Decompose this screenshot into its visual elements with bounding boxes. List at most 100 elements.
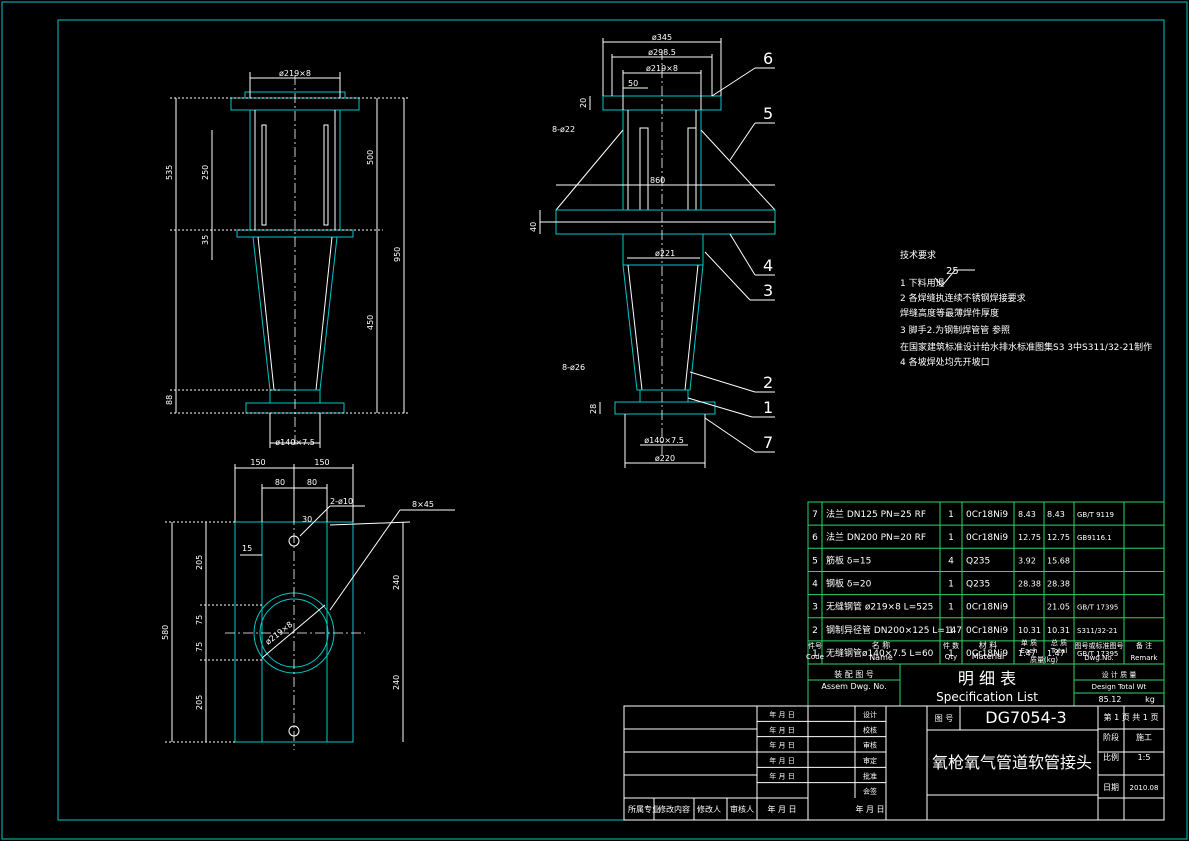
bom-cell-name: 法兰 DN200 PN=20 RF [826,531,926,543]
hdr-wt: 质量(kg) [1030,655,1058,664]
dim-holes-bottom: 8-ø26 [562,363,585,372]
balloon-4: 4 [763,256,773,275]
tech-line-5: 在国家建筑标准设计给水排水标准图集S3 3中S311/32-21制作 [900,341,1152,353]
hdr-mat: 材 料 [979,640,998,650]
bom-cell-no: 7 [812,510,818,520]
dim-75-bottom: 75 [195,642,204,652]
dim-221: ø221 [655,249,675,258]
bom-cell-name: 钢板 δ=20 [826,577,872,589]
bom-cell-total: 10.31 [1047,626,1070,635]
rev-label-1: 所属专业 [628,804,660,814]
bom-cell-each: 10.31 [1018,626,1041,635]
bom-cell-name: 筋板 δ=15 [826,554,871,566]
rev-label-5: 年 月 日 [767,804,796,814]
drawing-title: 氧枪氧气管道软管接头 [932,753,1092,772]
bom-cell-qty: 1 [948,579,954,589]
stage-value: 施工 [1136,732,1152,742]
hdr-no: 件号 [808,641,822,650]
role-label: 会签 [863,787,877,796]
dim-holes-top: 8-ø22 [552,125,575,134]
date-cell: 年 月 日 [769,771,794,780]
bom-cell-name: 钢制异径管 DN200×125 L=147 [826,624,962,636]
bom-cell-mat: 0Cr18Ni9 [966,626,1008,636]
tech-title: 技术要求 [900,249,936,261]
bom-cell-no: 5 [812,556,818,566]
bom-cell-each: 28.38 [1018,579,1041,588]
tech-line-1: 1 下料用退 [900,277,945,289]
dim-205-bottom: 205 [195,695,204,710]
dim-500: 500 [366,150,375,165]
bom-cell-std: GB/T 9119 [1077,511,1114,519]
bom-cell-no: 4 [812,579,818,589]
bom-cell-no: 2 [812,626,818,636]
dim-20: 20 [579,98,588,108]
bom-cell-total: 8.43 [1047,510,1065,519]
bom-cell-no: 6 [812,533,818,543]
balloon-3: 3 [763,281,773,300]
plan-view: 150 150 80 80 15 30 2-ø10 8×45 580 205 7… [161,458,455,750]
dim-holes: 2-ø10 [330,497,353,506]
dim-35: 35 [201,235,210,245]
role-label: 批准 [863,771,877,780]
sheet-info: 第 1 页 共 1 页 [1104,712,1159,722]
date-cell: 年 月 日 [769,756,794,765]
hdr-std: 图号或标准图号 [1075,641,1124,650]
dim-450: 450 [366,315,375,330]
design-weight-label-en: Design Total Wt [1092,683,1147,691]
dim-220: ø220 [655,454,675,463]
hdr-name-en: Name [869,653,893,662]
bom-cell-mat: 0Cr18Ni9 [966,533,1008,543]
hdr-qty-en: Qty [945,653,957,661]
dim-chamfer: 8×45 [412,500,434,509]
balloon-6: 6 [763,49,773,68]
dim-860: 860 [650,176,665,185]
bom-cell-total: 15.68 [1047,556,1070,565]
bom-title-en: Specification List [936,690,1038,704]
title-block: 年 月 日设计年 月 日校核年 月 日审核年 月 日审定年 月 日批准会签 图 … [623,705,1165,821]
dim-top-pipe-dia: ø219×8 [279,69,311,78]
balloon-5: 5 [763,104,773,123]
bom-cell-no: 3 [812,603,818,613]
assy-label: 装 配 图 号 [834,669,874,679]
balloon-7: 7 [763,433,773,452]
role-label: 审核 [863,741,877,750]
hdr-mat-en: Material [972,652,1005,661]
dim-88: 88 [165,395,174,405]
bom-cell-mat: 0Cr18Ni9 [966,603,1008,613]
bom-cell-mat: Q235 [966,556,990,566]
tech-line-4: 3 脚手2.为钢制焊管管 参照 [900,324,1010,336]
dim-150-right: 150 [314,458,329,467]
tech-line-2: 2 各焊缝执连续不锈钢焊接要求 [900,292,1026,304]
rev-label-3: 修改人 [697,804,721,814]
date-cell: 年 月 日 [769,725,794,734]
bom-cell-total: 12.75 [1047,533,1070,542]
rev-label-6: 年 月 日 [855,804,884,814]
role-label: 校核 [863,725,877,734]
rev-label-4: 审核人 [730,804,754,814]
dim-240-top: 240 [392,575,401,590]
left-elevation-view: ø219×8 ø140×7.5 535 250 35 500 950 450 8… [165,69,410,448]
bom-cell-name: 无缝钢管 ø219×8 L=525 [826,601,933,613]
dim-250: 250 [201,165,210,180]
drawing-number: DG7054-3 [985,708,1066,727]
bom-cell-std: S311/32-21 [1077,627,1118,635]
bom-title: 明 细 表 [958,669,1016,688]
date-value: 2010.08 [1130,784,1159,792]
bom-cell-total: 21.05 [1047,603,1070,612]
design-weight-label: 设 计 质 量 [1102,670,1137,679]
date-label: 日期 [1103,783,1119,792]
bom-cell-qty: 1 [948,533,954,543]
bom-cell-std: GB9116.1 [1077,534,1112,542]
hdr-qty: 件 数 [943,641,959,650]
rev-label-2: 修改内容 [658,804,690,814]
dim-28: 28 [589,404,598,414]
dim-40: 40 [529,222,538,232]
bom-cell-std: GB/T 17395 [1077,604,1118,612]
bom-cell-qty: 4 [948,556,954,566]
hdr-rem-en: Remark [1131,654,1159,662]
role-label: 设计 [863,710,877,719]
hdr-rem: 备 注 [1136,641,1152,650]
hdr-total-en: Total [1050,647,1067,655]
assy-label-en: Assem Dwg. No. [821,682,886,691]
bom-cell-each: 3.92 [1018,556,1036,565]
